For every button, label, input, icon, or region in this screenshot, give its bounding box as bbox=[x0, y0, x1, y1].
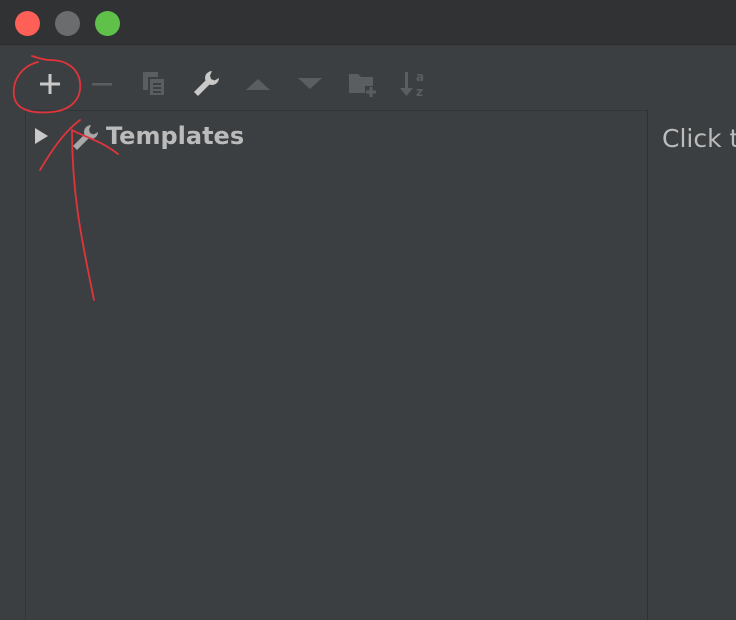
copy-button[interactable] bbox=[136, 66, 172, 102]
move-up-button[interactable] bbox=[240, 66, 276, 102]
settings-button[interactable] bbox=[188, 66, 224, 102]
close-window-button[interactable] bbox=[15, 11, 40, 36]
triangle-down-icon bbox=[298, 78, 322, 89]
remove-button[interactable] bbox=[84, 66, 120, 102]
svg-text:a: a bbox=[416, 70, 424, 84]
title-bar bbox=[0, 0, 736, 45]
svg-text:z: z bbox=[416, 85, 423, 99]
sort-az-icon: a z bbox=[400, 70, 424, 99]
wrench-icon bbox=[194, 71, 219, 96]
sort-button[interactable]: a z bbox=[396, 66, 432, 102]
wrench-icon bbox=[73, 125, 98, 150]
tree-item-label: Templates bbox=[106, 122, 245, 150]
new-group-button[interactable] bbox=[345, 66, 381, 102]
toolbar: a z bbox=[0, 46, 736, 110]
templates-window: a z Templates Click t bbox=[0, 0, 736, 620]
add-button[interactable] bbox=[32, 66, 68, 102]
zoom-window-button[interactable] bbox=[95, 11, 120, 36]
expand-arrow-icon[interactable] bbox=[33, 127, 49, 145]
minus-icon bbox=[92, 83, 112, 86]
details-hint-text: Click t bbox=[662, 124, 736, 153]
tree-item-templates[interactable]: Templates bbox=[26, 119, 626, 153]
folder-plus-icon bbox=[349, 74, 377, 98]
templates-tree: Templates bbox=[25, 110, 648, 620]
triangle-up-icon bbox=[246, 79, 270, 90]
minimize-window-button[interactable] bbox=[55, 11, 80, 36]
plus-icon bbox=[40, 74, 60, 94]
move-down-button[interactable] bbox=[292, 66, 328, 102]
copy-icon bbox=[143, 72, 165, 96]
